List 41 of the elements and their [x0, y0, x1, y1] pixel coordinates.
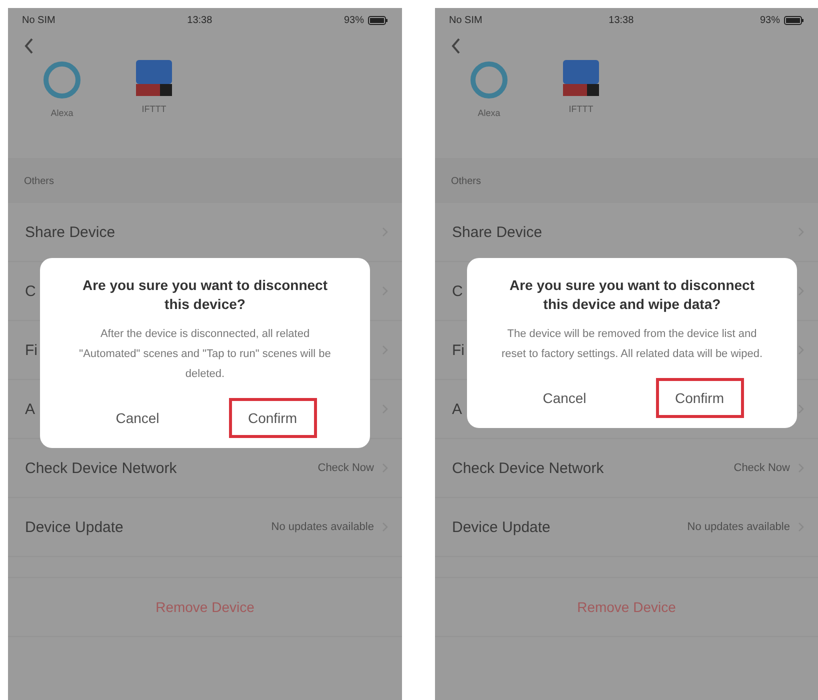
ring-icon[interactable] — [42, 60, 82, 100]
battery-icon — [784, 16, 804, 24]
dialog-button[interactable]: Confirm — [228, 398, 316, 438]
section-header: Others — [8, 158, 402, 203]
setting-value: No updates available — [271, 521, 374, 533]
chevron-icon — [798, 345, 804, 355]
back-icon[interactable] — [24, 38, 34, 54]
integration-label: Alexa — [50, 108, 74, 118]
setting-value: No updates available — [687, 521, 790, 533]
chevron-icon — [798, 286, 804, 296]
integration-label: Alexa — [478, 108, 500, 118]
section-header: Others — [435, 158, 818, 203]
status-time: 13:38 — [187, 14, 212, 26]
dialog-button[interactable]: Cancel — [520, 378, 608, 418]
app-tile-icon[interactable] — [563, 60, 599, 96]
dialog-button[interactable]: Cancel — [94, 398, 182, 438]
app-tile-icon[interactable] — [136, 60, 172, 96]
battery-percent: 93% — [344, 14, 364, 26]
setting-label[interactable]: Share Device — [25, 224, 382, 240]
integration-label: IFTTT — [568, 104, 594, 114]
status-time: 13:38 — [608, 14, 634, 26]
dialog-title: Are you sure you want to disconnect this device? — [81, 276, 329, 314]
setting-label[interactable]: Device Update — [25, 518, 272, 536]
setting-label[interactable]: Check Device Network — [25, 460, 318, 476]
setting-label[interactable]: Share Device — [452, 224, 798, 240]
dialog-message: After the device is disconnected, all related "Automated" scenes and "Tap to run" scenes will be deleted. — [78, 327, 332, 382]
carrier-label: No SIM — [22, 14, 56, 26]
integration-label: IFTTT — [142, 104, 166, 114]
setting-value: Check Now — [318, 462, 374, 474]
dialog-message: The device will be removed from the device list and reset to factory settings. All related data will be wiped. — [500, 327, 764, 362]
ring-icon[interactable] — [469, 60, 509, 100]
setting-value: Check Now — [734, 462, 790, 474]
setting-label[interactable]: Device Update — [452, 518, 688, 536]
back-icon[interactable] — [451, 38, 461, 54]
battery-icon — [368, 16, 388, 24]
dialog-title: Are you sure you want to disconnect this device and wipe data? — [508, 276, 756, 314]
dialog-button[interactable]: Confirm — [656, 378, 744, 418]
setting-label[interactable]: Check Device Network — [452, 460, 734, 476]
battery-percent: 93% — [760, 14, 780, 26]
chevron-icon — [798, 404, 804, 414]
carrier-label: No SIM — [449, 14, 482, 26]
